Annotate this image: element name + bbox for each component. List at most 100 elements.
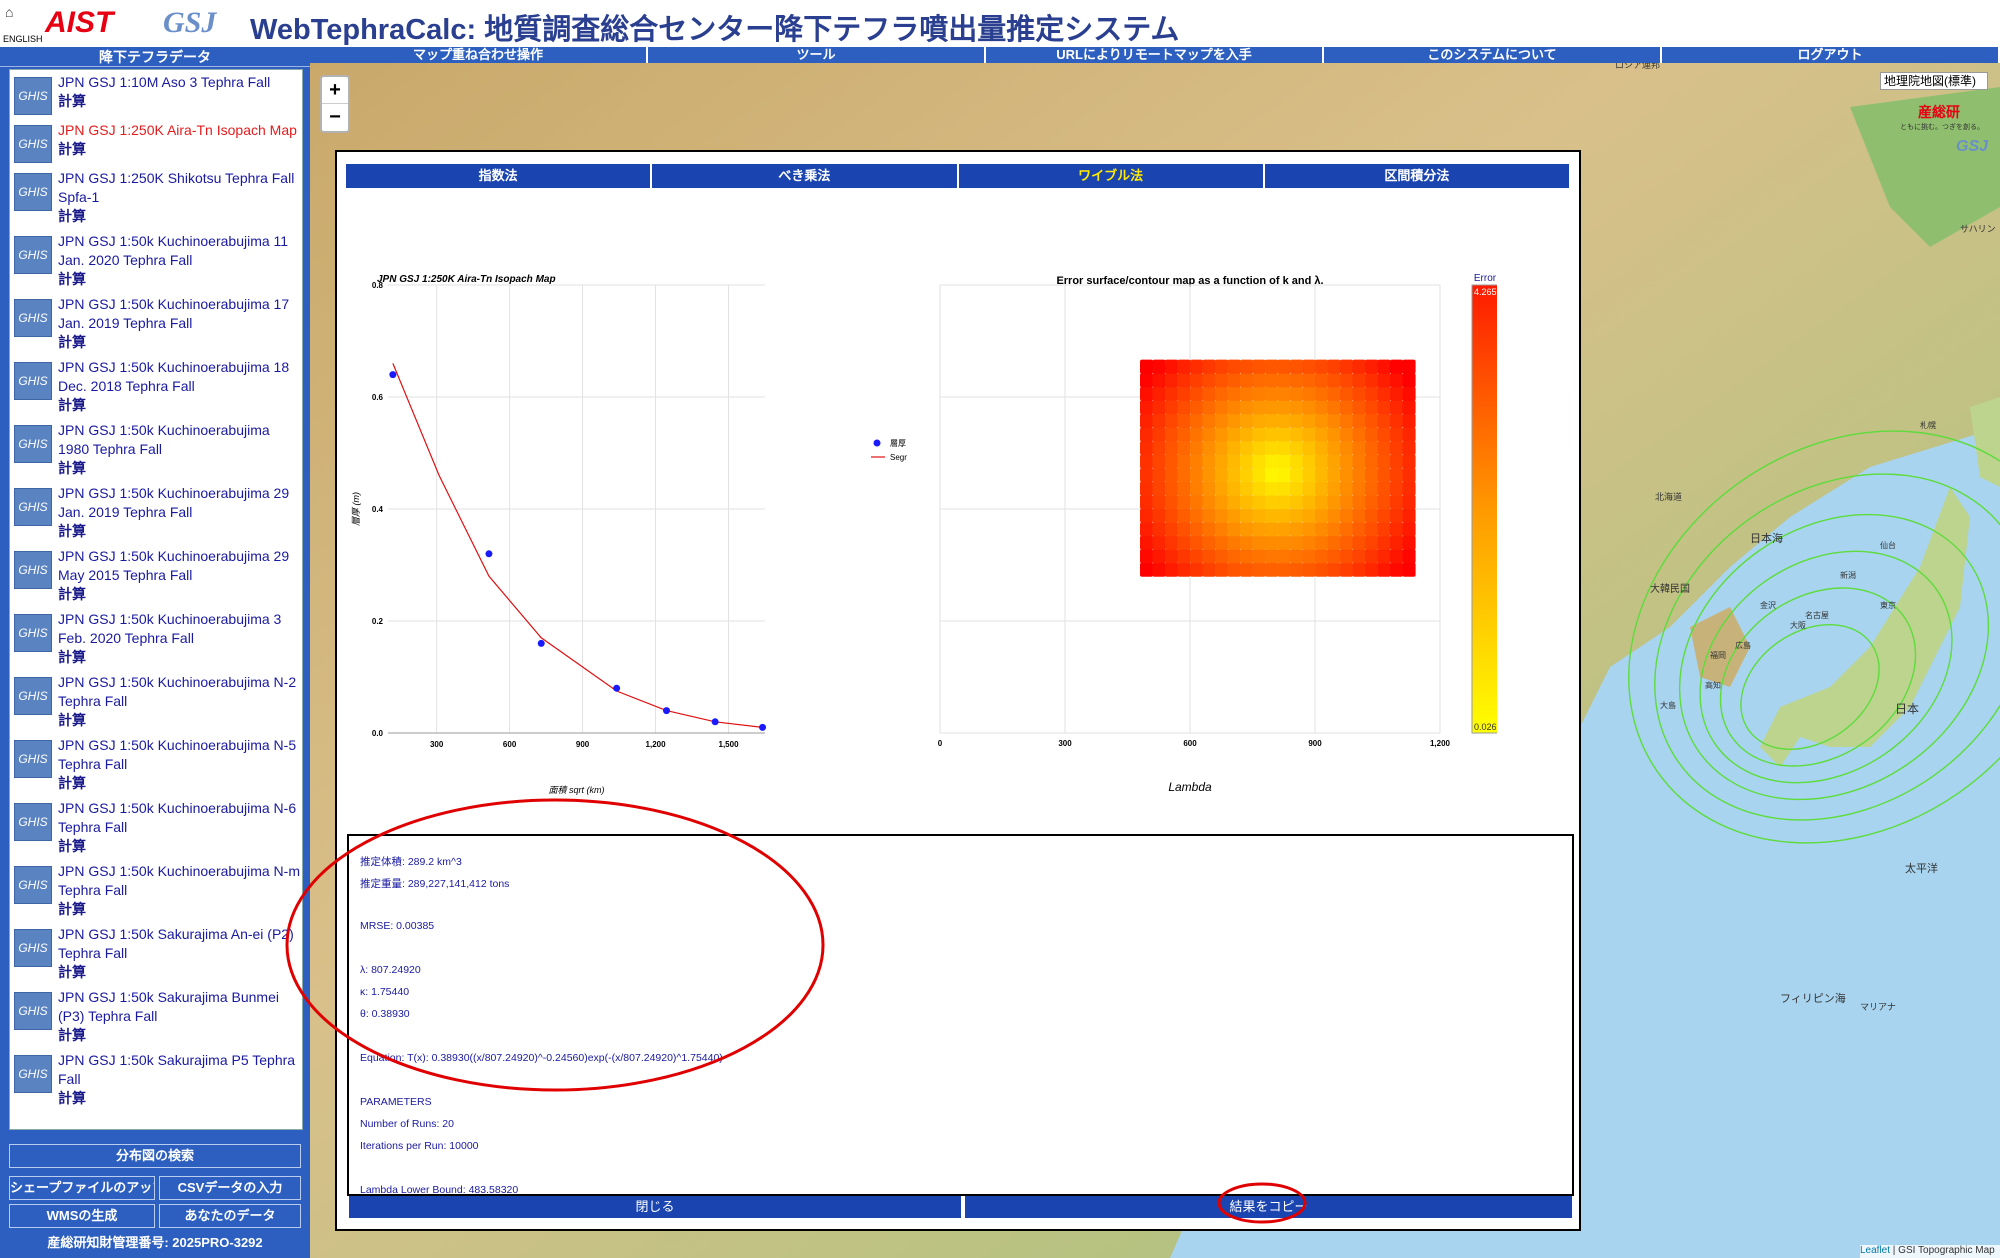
close-button[interactable]: 閉じる [349,1196,963,1218]
heatmap-cell [1165,495,1179,510]
dataset-name[interactable]: JPN GSJ 1:50k Sakurajima P5 Tephra Fall [58,1051,300,1089]
dataset-name[interactable]: JPN GSJ 1:50k Kuchinoerabujima N-m Tephr… [58,862,300,900]
heatmap-cell [1152,386,1166,401]
heatmap-cell [1327,413,1341,428]
dataset-item[interactable]: GHIS JPN GSJ 1:50k Kuchinoerabujima 18 De… [10,355,302,418]
nav-tools[interactable]: ツール [648,47,986,63]
copy-results-button[interactable]: 結果をコピー [965,1196,1572,1218]
calculate-link[interactable]: 計算 [58,207,300,226]
tab-power-law[interactable]: べき乗法 [652,164,959,188]
heatmap-cell [1177,373,1191,388]
heatmap-cell [1402,373,1416,388]
heatmap-cell [1190,427,1204,442]
search-maps-button[interactable]: 分布図の検索 [9,1144,301,1168]
heatmap-cell [1227,386,1241,401]
dataset-name[interactable]: JPN GSJ 1:50k Kuchinoerabujima 11 Jan. 2… [58,232,300,270]
dataset-name[interactable]: JPN GSJ 1:250K Aira-Tn Isopach Map [58,121,297,140]
dataset-name[interactable]: JPN GSJ 1:50k Kuchinoerabujima 29 Jan. 2… [58,484,300,522]
dataset-name[interactable]: JPN GSJ 1:10M Aso 3 Tephra Fall [58,73,270,92]
zoom-in-button[interactable]: + [322,77,348,104]
leaflet-link[interactable]: Leaflet [1860,1245,1890,1256]
nav-logout[interactable]: ログアウト [1662,47,2000,63]
heatmap-cell [1152,454,1166,469]
nav-about[interactable]: このシステムについて [1324,47,1662,63]
heatmap-cell [1152,467,1166,483]
heatmap-cell [1177,427,1191,442]
calculate-link[interactable]: 計算 [58,333,300,352]
calculate-link[interactable]: 計算 [58,648,300,667]
heatmap-cell [1202,413,1216,428]
shapefile-upload-button[interactable]: シェープファイルのアップロード [9,1176,155,1200]
calculate-link[interactable]: 計算 [58,459,300,478]
heatmap-cell [1315,386,1329,401]
ghis-badge-icon: GHIS [14,992,52,1030]
dataset-item[interactable]: GHIS JPN GSJ 1:50k Kuchinoerabujima N-5 T… [10,733,302,796]
calculate-link[interactable]: 計算 [58,270,300,289]
calculate-link[interactable]: 計算 [58,900,300,919]
wms-generate-button[interactable]: WMSの生成 [9,1204,155,1228]
dataset-item[interactable]: GHIS JPN GSJ 1:50k Sakurajima Bunmei (P3)… [10,985,302,1048]
heatmap-cell [1177,386,1191,401]
calculate-link[interactable]: 計算 [58,140,297,159]
calculate-link[interactable]: 計算 [58,522,300,541]
dataset-item[interactable]: GHIS JPN GSJ 1:50k Kuchinoerabujima N-2 T… [10,670,302,733]
dataset-item[interactable]: GHIS JPN GSJ 1:50k Kuchinoerabujima 11 Ja… [10,229,302,292]
dataset-item[interactable]: GHIS JPN GSJ 1:250K Shikotsu Tephra Fall … [10,166,302,229]
tab-weibull[interactable]: ワイブル法 [958,164,1265,188]
result-lambda-lower: Lambda Lower Bound: 483.58320 [360,1184,519,1196]
calculate-link[interactable]: 計算 [58,837,300,856]
dataset-item[interactable]: GHIS JPN GSJ 1:50k Sakurajima P5 Tephra F… [10,1048,302,1111]
calculate-link[interactable]: 計算 [58,963,300,982]
chart-title: JPN GSJ 1:250K Aira-Tn Isopach Map [377,274,556,285]
dataset-item[interactable]: GHIS JPN GSJ 1:50k Kuchinoerabujima 29 Ma… [10,544,302,607]
calculate-link[interactable]: 計算 [58,774,300,793]
dataset-item[interactable]: GHIS JPN GSJ 1:250K Aira-Tn Isopach Map 計算 [10,118,302,166]
dataset-name[interactable]: JPN GSJ 1:50k Kuchinoerabujima 1980 Teph… [58,421,300,459]
dataset-item[interactable]: GHIS JPN GSJ 1:50k Kuchinoerabujima 17 Ja… [10,292,302,355]
dataset-name[interactable]: JPN GSJ 1:50k Sakurajima An-ei (P2) Teph… [58,925,300,963]
dataset-name[interactable]: JPN GSJ 1:50k Kuchinoerabujima 3 Feb. 20… [58,610,300,648]
zoom-out-button[interactable]: − [322,104,348,131]
dataset-item[interactable]: GHIS JPN GSJ 1:50k Kuchinoerabujima 1980 … [10,418,302,481]
calculate-link[interactable]: 計算 [58,1089,300,1108]
heatmap-cell [1315,359,1329,374]
heatmap-cell [1215,427,1229,442]
calculate-link[interactable]: 計算 [58,711,300,730]
dataset-list[interactable]: GHIS JPN GSJ 1:10M Aso 3 Tephra Fall 計算 GHI… [9,69,303,1130]
dataset-name[interactable]: JPN GSJ 1:50k Kuchinoerabujima 18 Dec. 2… [58,358,300,396]
dataset-item[interactable]: GHIS JPN GSJ 1:10M Aso 3 Tephra Fall 計算 [10,70,302,118]
calculate-link[interactable]: 計算 [58,396,300,415]
dataset-name[interactable]: JPN GSJ 1:50k Kuchinoerabujima 17 Jan. 2… [58,295,300,333]
csv-input-button[interactable]: CSVデータの入力 [159,1176,301,1200]
heatmap-cell [1302,386,1316,401]
heatmap-cell [1402,440,1416,455]
calculate-link[interactable]: 計算 [58,92,270,111]
dataset-name[interactable]: JPN GSJ 1:50k Kuchinoerabujima N-2 Tephr… [58,673,300,711]
nav-overlay-ops[interactable]: マップ重ね合わせ操作 [310,47,648,63]
home-icon[interactable]: ⌂ [5,4,21,20]
dataset-name[interactable]: JPN GSJ 1:50k Kuchinoerabujima 29 May 20… [58,547,300,585]
heatmap-cell [1140,386,1154,401]
dataset-item[interactable]: GHIS JPN GSJ 1:50k Sakurajima An-ei (P2) … [10,922,302,985]
calculate-link[interactable]: 計算 [58,1026,300,1045]
your-data-button[interactable]: あなたのデータ [159,1204,301,1228]
calculate-link[interactable]: 計算 [58,585,300,604]
basemap-select[interactable]: 地理院地図(標準) [1880,72,1988,90]
language-link[interactable]: ENGLISH [3,34,43,44]
tab-exponential[interactable]: 指数法 [346,164,653,188]
dataset-name[interactable]: JPN GSJ 1:50k Kuchinoerabujima N-6 Tephr… [58,799,300,837]
map-place-label: 福岡 [1710,651,1726,660]
result-panel[interactable]: 推定体積: 289.2 km^3 推定重量: 289,227,141,412 t… [347,834,1574,1196]
heatmap-cell [1140,508,1154,523]
nav-remote-map[interactable]: URLによりリモートマップを入手 [986,47,1324,63]
heatmap-cell [1252,508,1266,523]
tab-segment-integration[interactable]: 区間積分法 [1264,164,1571,188]
x-tick-label: 900 [576,740,590,749]
dataset-name[interactable]: JPN GSJ 1:50k Sakurajima Bunmei (P3) Tep… [58,988,300,1026]
dataset-item[interactable]: GHIS JPN GSJ 1:50k Kuchinoerabujima 3 Feb… [10,607,302,670]
dataset-name[interactable]: JPN GSJ 1:50k Kuchinoerabujima N-5 Tephr… [58,736,300,774]
dataset-name[interactable]: JPN GSJ 1:250K Shikotsu Tephra Fall Spfa… [58,169,300,207]
dataset-item[interactable]: GHIS JPN GSJ 1:50k Kuchinoerabujima N-m T… [10,859,302,922]
dataset-item[interactable]: GHIS JPN GSJ 1:50k Kuchinoerabujima 29 Ja… [10,481,302,544]
dataset-item[interactable]: GHIS JPN GSJ 1:50k Kuchinoerabujima N-6 T… [10,796,302,859]
